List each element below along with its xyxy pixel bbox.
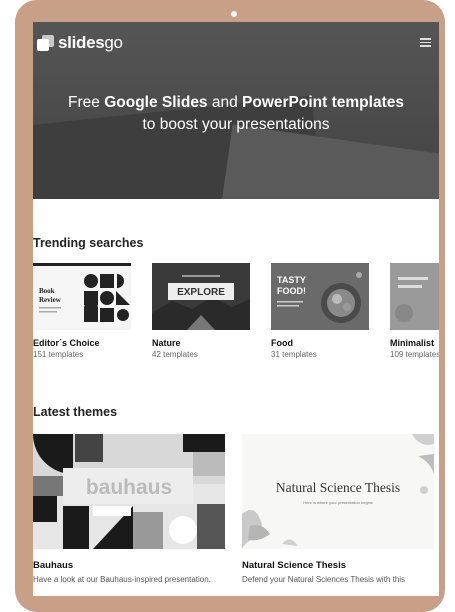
theme-card-natural-science-thesis[interactable]: Natural Science Thesis Here is where you… (242, 434, 434, 584)
trending-card-editors-choice[interactable]: Book Review Editor´s Choice 151 template… (33, 263, 131, 359)
screen: slidesgo Free Google Slides and PowerPoi… (33, 22, 439, 596)
trending-thumbnail (390, 263, 439, 330)
trending-thumbnail: EXPLORE (152, 263, 250, 330)
svg-text:TASTY: TASTY (277, 275, 306, 285)
trending-name: Nature (152, 338, 181, 348)
theme-thumbnail: bauhaus (33, 434, 225, 549)
hamburger-menu-icon[interactable] (420, 38, 431, 47)
trending-name: Editor´s Choice (33, 338, 100, 348)
trending-name: Minimalist (390, 338, 435, 348)
hero-heading: Free Google Slides and PowerPoint templa… (68, 94, 404, 133)
svg-text:EXPLORE: EXPLORE (177, 287, 225, 298)
trending-count: 109 templates (390, 350, 439, 359)
hero-banner: slidesgo Free Google Slides and PowerPoi… (33, 22, 439, 199)
slidesgo-logo-icon (37, 34, 54, 52)
theme-thumbnail: Natural Science Thesis Here is where you… (242, 434, 434, 549)
svg-text:Here is where your presentatio: Here is where your presentation begins (303, 500, 373, 505)
svg-text:Natural Science Thesis: Natural Science Thesis (276, 480, 400, 495)
camera-dot (231, 11, 237, 17)
logo-text: slidesgo (58, 33, 123, 52)
theme-description: Have a look at our Bauhaus-inspired pres… (33, 575, 211, 584)
trending-name: Food (271, 338, 293, 348)
theme-name: Bauhaus (33, 560, 74, 571)
latest-title: Latest themes (33, 405, 118, 419)
trending-card-minimalist[interactable]: Minimalist 109 templates (390, 263, 439, 359)
site-logo[interactable]: slidesgo (37, 33, 123, 53)
trending-count: 151 templates (33, 350, 84, 359)
svg-text:bauhaus: bauhaus (86, 476, 172, 499)
svg-text:FOOD!: FOOD! (277, 286, 306, 296)
svg-text:Book: Book (39, 287, 55, 295)
trending-count: 42 templates (152, 350, 198, 359)
theme-description: Defend your Natural Sciences Thesis with… (242, 575, 406, 584)
trending-thumbnail: Book Review (33, 263, 131, 330)
trending-title: Trending searches (33, 236, 144, 250)
trending-thumbnail: TASTY FOOD! (271, 263, 369, 330)
trending-card-food[interactable]: TASTY FOOD! Food 31 templates (271, 263, 369, 359)
theme-card-bauhaus[interactable]: bauhaus Bauhaus Have a look at our Bauha… (33, 434, 225, 584)
theme-name: Natural Science Thesis (242, 560, 347, 571)
trending-card-nature[interactable]: EXPLORE Nature 42 templates (152, 263, 250, 359)
trending-count: 31 templates (271, 350, 317, 359)
svg-text:Review: Review (39, 296, 62, 304)
